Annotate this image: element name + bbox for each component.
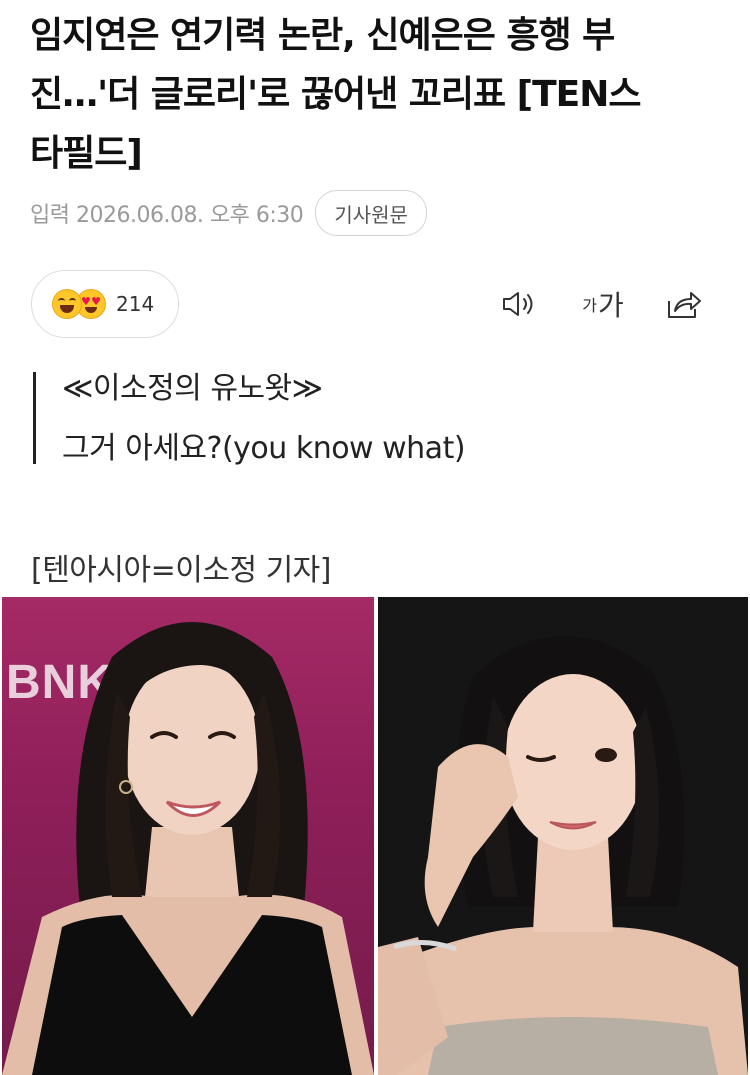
laughing-emoji-icon — [52, 289, 82, 319]
headline-line: 임지연은 연기력 논란, 신예은은 흥행 부 — [30, 15, 615, 56]
reporter-byline: [텐아시아=이소정 기자] — [31, 553, 331, 588]
font-size-large-label: 가 — [597, 289, 624, 322]
photo-right — [378, 597, 748, 1075]
article-headline: 임지연은 연기력 논란, 신예은은 흥행 부 진…'더 글로리'로 끊어낸 꼬리… — [30, 6, 730, 183]
woman-portrait-right — [378, 635, 748, 1075]
text-to-speech-button[interactable] — [498, 284, 542, 324]
share-icon — [668, 292, 701, 318]
reaction-count: 214 — [116, 292, 155, 316]
speaker-icon — [503, 292, 533, 316]
publish-date: 입력 2026.06.08. 오후 6:30 — [30, 203, 304, 228]
woman-portrait-left — [2, 622, 374, 1075]
font-size-small-label: 가 — [582, 296, 597, 315]
headline-line: 타필드] — [30, 133, 143, 174]
share-button[interactable] — [660, 284, 706, 324]
font-size-button[interactable]: 가 가 — [576, 284, 630, 324]
series-quote: ≪이소정의 유노왓≫ 그거 아세요?(you know what) — [33, 371, 713, 466]
series-subtitle: 그거 아세요?(you know what) — [62, 431, 466, 466]
article-meta: 입력 2026.06.08. 오후 6:30 기사원문 — [30, 190, 427, 236]
reaction-button[interactable]: ♥ ♥ 214 — [31, 270, 179, 338]
series-title: ≪이소정의 유노왓≫ — [62, 371, 323, 406]
article-page: 임지연은 연기력 논란, 신예은은 흥행 부 진…'더 글로리'로 끊어낸 꼬리… — [0, 0, 750, 1075]
original-article-button[interactable]: 기사원문 — [315, 190, 427, 236]
headline-line: 진…'더 글로리'로 끊어낸 꼬리표 [TEN스 — [30, 74, 641, 115]
photo-left: BNK — [2, 597, 374, 1075]
